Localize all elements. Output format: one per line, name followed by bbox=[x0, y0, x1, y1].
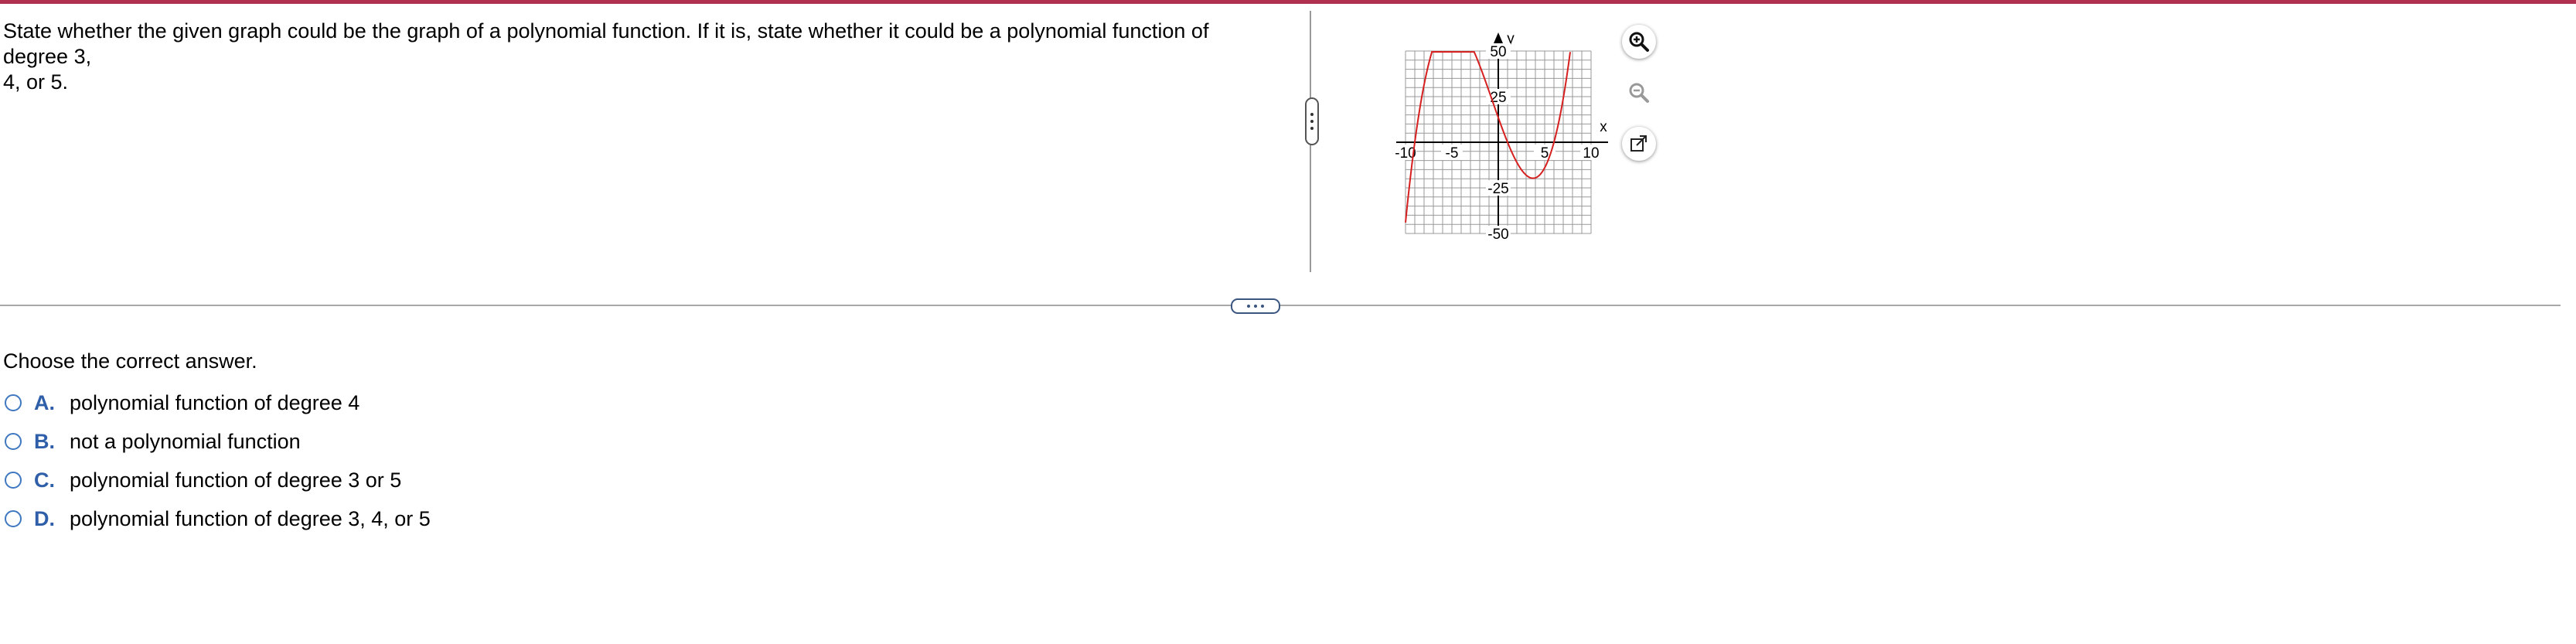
y-tick-label: 50 bbox=[1490, 44, 1506, 60]
option-text: not a polynomial function bbox=[70, 429, 301, 453]
horizontal-resize-handle[interactable] bbox=[1231, 298, 1280, 314]
option-letter: A. bbox=[34, 390, 55, 414]
option-d[interactable]: D. polynomial function of degree 3, 4, o… bbox=[5, 506, 431, 532]
radio-button[interactable] bbox=[5, 472, 22, 489]
option-c[interactable]: C. polynomial function of degree 3 or 5 bbox=[5, 467, 401, 493]
question-text: State whether the given graph could be t… bbox=[3, 19, 1271, 95]
y-tick-label: -50 bbox=[1487, 227, 1508, 243]
zoom-in-button[interactable] bbox=[1622, 25, 1656, 59]
vertical-resize-handle[interactable] bbox=[1305, 97, 1319, 145]
question-line-1: State whether the given graph could be t… bbox=[3, 19, 1209, 68]
answer-prompt: Choose the correct answer. bbox=[3, 349, 257, 373]
question-line-2: 4, or 5. bbox=[3, 70, 69, 94]
option-a[interactable]: A. polynomial function of degree 4 bbox=[5, 390, 359, 416]
popout-button[interactable] bbox=[1622, 127, 1656, 161]
option-letter: C. bbox=[34, 468, 55, 492]
polynomial-graph: x y -10 -5 5 10 50 25 -25 -50 bbox=[1384, 22, 1622, 246]
y-axis-arrow bbox=[1494, 32, 1503, 43]
x-tick-label: 10 bbox=[1583, 145, 1599, 162]
zoom-out-button[interactable] bbox=[1622, 76, 1656, 110]
option-letter: B. bbox=[34, 429, 55, 453]
x-tick-label: -5 bbox=[1446, 145, 1459, 162]
option-letter: D. bbox=[34, 506, 55, 530]
zoom-out-icon bbox=[1629, 83, 1649, 103]
radio-button[interactable] bbox=[5, 510, 22, 527]
zoom-in-icon bbox=[1629, 32, 1649, 52]
option-b[interactable]: B. not a polynomial function bbox=[5, 428, 301, 455]
y-tick-label: -25 bbox=[1487, 181, 1508, 197]
top-accent-bar bbox=[0, 0, 2576, 4]
graph-tick-labels: xy-10 -5 5 105025-25-50 bbox=[1395, 31, 1607, 243]
horizontal-divider bbox=[0, 305, 2561, 306]
option-text: polynomial function of degree 3 or 5 bbox=[70, 468, 402, 492]
x-axis-label: x bbox=[1600, 119, 1607, 135]
option-text: polynomial function of degree 3, 4, or 5 bbox=[70, 506, 431, 530]
popout-icon bbox=[1630, 135, 1647, 152]
radio-button[interactable] bbox=[5, 433, 22, 450]
option-text: polynomial function of degree 4 bbox=[70, 390, 360, 414]
graph-svg: xy-10 -5 5 105025-25-50 bbox=[1395, 31, 1622, 243]
radio-button[interactable] bbox=[5, 394, 22, 411]
x-tick-label: 5 bbox=[1541, 145, 1549, 162]
